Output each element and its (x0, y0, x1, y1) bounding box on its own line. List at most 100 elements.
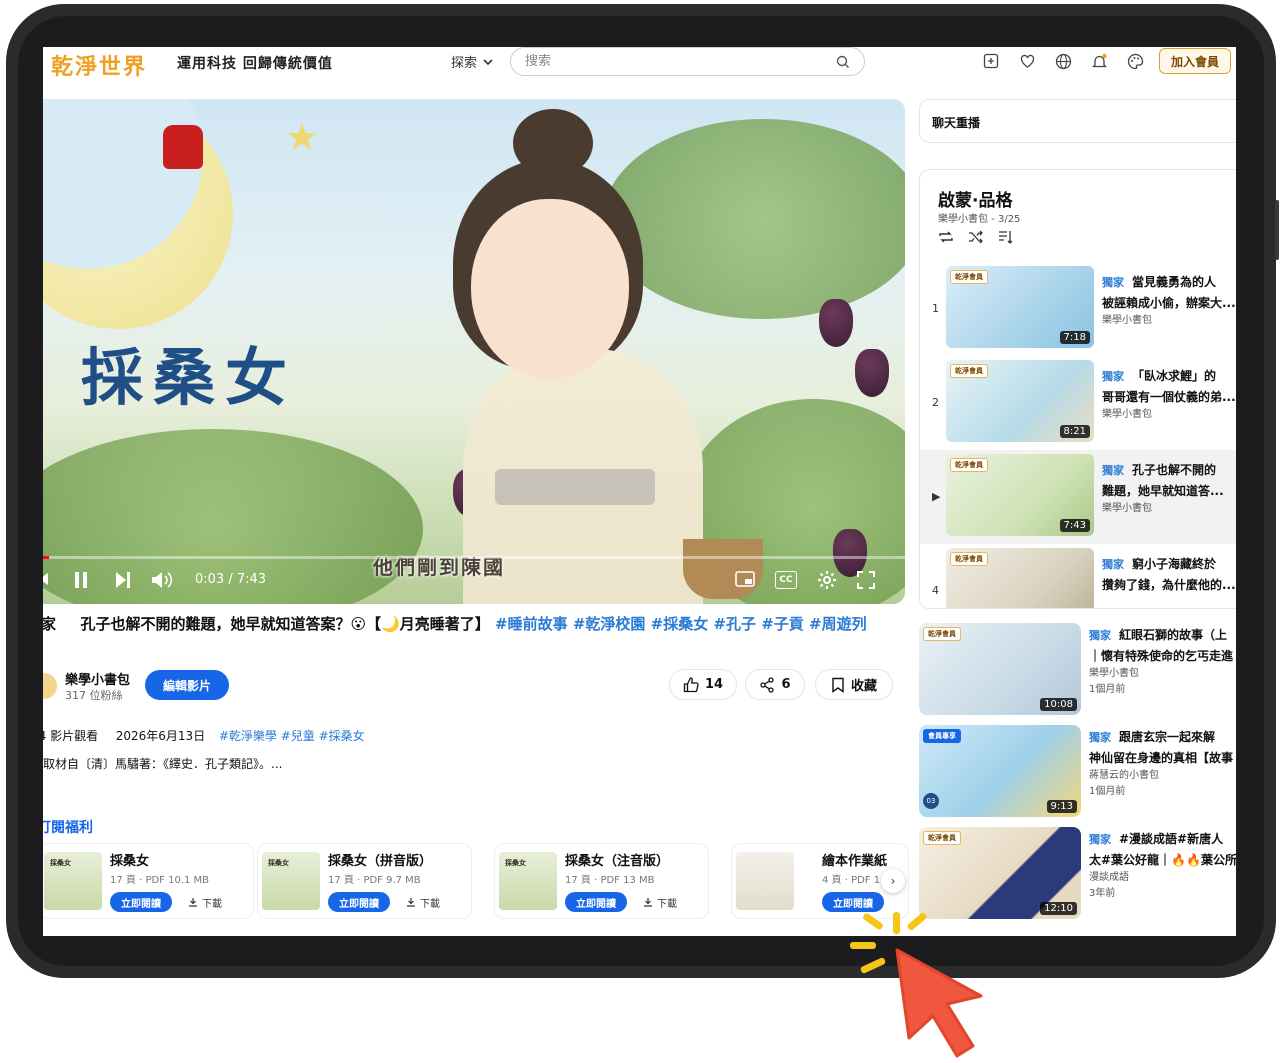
download-button[interactable]: 下載 (188, 892, 222, 912)
description-hashtags[interactable]: #乾淨樂學 #兒童 #採桑女 (219, 729, 365, 743)
palette-icon[interactable] (1125, 51, 1145, 71)
playlist-title: 啟蒙·品格 (938, 191, 1013, 211)
title-line-1: 當見義勇為的人 (1132, 275, 1217, 289)
next-icon[interactable] (115, 571, 131, 589)
benefit-thumbnail[interactable]: 採桑女 (262, 852, 320, 910)
benefit-thumbnail[interactable]: 採桑女 (499, 852, 557, 910)
shuffle-icon[interactable] (968, 230, 984, 244)
playlist-subtitle: 樂學小書包 - 3/25 (938, 214, 1021, 225)
video-title: 家 孔子也解不開的難題，她早就知道答案？😮【🌙月亮睡著了】 #睡前故事 #乾淨校… (43, 613, 911, 634)
channel-name[interactable]: 樂學小書包 (65, 669, 130, 688)
read-now-button[interactable]: 立即閱讀 (822, 892, 884, 912)
duration-label: 7:43 (1059, 519, 1090, 532)
recommended-video[interactable]: 乾淨會員 10:08 獨家 紅眼石獅的故事（上 ｜懷有特殊使命的乞丐走進 樂學小書… (919, 623, 1236, 717)
benefit-thumbnail[interactable]: 採桑女 (44, 852, 102, 910)
playlist-item[interactable]: 1 乾淨會員 7:18 獨家 當見義勇為的人 被誣賴成小偷，辦案大... 樂學小書… (920, 262, 1236, 356)
member-badge: 乾淨會員 (950, 552, 988, 566)
video-progress-bar[interactable] (43, 556, 905, 559)
share-button[interactable]: 6 (745, 669, 805, 700)
recommended-video[interactable]: 會員專享 03 9:13 獨家 跟唐玄宗一起來解 神仙留在身邊的真相【故事 蔣慧云… (919, 725, 1236, 819)
duration-label: 9:13 (1046, 800, 1077, 813)
download-label: 下載 (420, 898, 440, 910)
reorder-icon[interactable] (998, 230, 1014, 244)
benefit-thumb-title: 採桑女 (50, 859, 71, 867)
edit-video-button[interactable]: 編輯影片 (145, 670, 229, 700)
playlist-controls (938, 230, 1014, 244)
read-now-button[interactable]: 立即閱讀 (110, 892, 172, 912)
share-icon (760, 676, 775, 693)
burst-ray (893, 912, 900, 934)
pause-icon[interactable] (73, 571, 89, 589)
heart-icon[interactable] (1017, 51, 1037, 71)
playlist-thumbnail: 乾淨會員 8:21 (946, 360, 1094, 442)
channel-subscriber-count: 317 位粉絲 (65, 689, 123, 702)
chevron-right-icon[interactable]: › (881, 869, 905, 893)
globe-icon[interactable] (1053, 51, 1073, 71)
exclusive-tag: 獨家 (1102, 464, 1124, 477)
video-time: 0:03 / 7:43 (195, 572, 267, 587)
title-line-2: 神仙留在身邊的真相【故事 (1089, 751, 1234, 765)
miniplayer-icon[interactable] (735, 571, 755, 589)
loop-icon[interactable] (938, 230, 954, 244)
explore-label: 探索 (451, 56, 478, 71)
burst-ray (850, 942, 876, 949)
share-count: 6 (781, 677, 791, 692)
recommended-thumbnail: 乾淨會員 12:10 (919, 827, 1081, 919)
download-button[interactable]: 下載 (406, 892, 440, 912)
site-logo[interactable]: 乾淨世界 (51, 49, 147, 81)
benefit-meta: 4 頁 · PDF 1 (822, 875, 881, 886)
read-now-button[interactable]: 立即閱讀 (328, 892, 390, 912)
channel-avatar[interactable] (43, 673, 57, 699)
captions-button[interactable]: CC (775, 571, 797, 589)
title-line-1: #漫談成語#新唐人 (1119, 832, 1224, 846)
header-icons (981, 51, 1145, 71)
episode-number: 03 (923, 793, 939, 809)
tablet-side-button (1275, 200, 1279, 260)
playlist-item[interactable]: 2 乾淨會員 8:21 獨家 「臥冰求鯉」的 哥哥還有一個仗義的弟... 樂學小書… (920, 356, 1236, 450)
playlist-item[interactable]: 4 乾淨會員 獨家 窮小子海藏終於 攢夠了錢，為什麼他的... (920, 544, 1236, 608)
video-title-tags[interactable]: #睡前故事 #乾淨校園 #採桑女 #孔子 #子貢 #周遊列 (495, 615, 867, 633)
like-button[interactable]: 14 (669, 669, 737, 700)
previous-icon[interactable] (43, 571, 49, 587)
playlist-item-title: 獨家 當見義勇為的人 被誣賴成小偷，辦案大... 樂學小書包 (1102, 272, 1236, 329)
exclusive-tag: 獨家 (1089, 731, 1111, 744)
playlist-item-title: 獨家 孔子也解不開的 難題，她早就知道答... 樂學小書包 (1102, 460, 1236, 517)
publish-date: 2026年6月13日 (115, 729, 206, 743)
download-button[interactable]: 下載 (643, 892, 677, 912)
benefit-meta: 17 頁 · PDF 13 MB (565, 875, 655, 886)
top-header: 乾淨世界 運用科技 回歸傳統價值 探索 加入會員 (43, 47, 1236, 97)
benefit-name: 繪本作業紙 (822, 854, 888, 869)
channel-label: 樂學小書包 (1102, 315, 1152, 326)
save-button[interactable]: 收藏 (815, 669, 893, 700)
video-player[interactable]: ★ 採桑女 他們剛到陳國 0:03 / 7:43 CC (43, 99, 905, 604)
benefit-thumbnail[interactable] (736, 852, 794, 910)
description-box[interactable]: 34 影片觀看 2026年6月13日 #乾淨樂學 #兒童 #採桑女 事取材自〔清… (43, 713, 901, 823)
settings-gear-icon[interactable] (817, 570, 837, 590)
join-member-button[interactable]: 加入會員 (1159, 48, 1231, 74)
description-stats: 34 影片觀看 2026年6月13日 #乾淨樂學 #兒童 #採桑女 (43, 727, 365, 744)
benefit-card: 採桑女 採桑女（拼音版） 17 頁 · PDF 9.7 MB 立即閱讀 下載 (257, 843, 472, 919)
chat-replay-panel[interactable]: 聊天重播 (919, 99, 1236, 143)
benefit-name: 採桑女 (110, 854, 150, 869)
exclusive-tag: 獨家 (1089, 629, 1111, 642)
title-line-1: 孔子也解不開的 (1132, 463, 1217, 477)
benefit-name: 採桑女（注音版） (565, 854, 670, 869)
benefit-card: 採桑女 採桑女（注音版） 17 頁 · PDF 13 MB 立即閱讀 下載 (494, 843, 709, 919)
volume-icon[interactable] (151, 571, 175, 589)
bell-icon[interactable] (1089, 51, 1109, 71)
read-now-button[interactable]: 立即閱讀 (565, 892, 627, 912)
upload-icon[interactable] (981, 51, 1001, 71)
title-line-2: 難題，她早就知道答... (1102, 484, 1224, 498)
duration-label: 7:18 (1059, 331, 1090, 344)
fullscreen-icon[interactable] (857, 571, 875, 589)
description-text: 事取材自〔清〕馬驌著：《繹史．孔子類記》。... (43, 757, 283, 771)
playlist-item-current[interactable]: ▶ 乾淨會員 7:43 獨家 孔子也解不開的 難題，她早就知道答... 樂學小書包 (920, 450, 1236, 544)
explore-menu[interactable]: 探索 (451, 52, 493, 71)
search-input[interactable] (525, 54, 836, 69)
benefit-meta: 17 頁 · PDF 10.1 MB (110, 875, 210, 886)
playlist-index: 4 (932, 584, 939, 597)
search-icon[interactable] (836, 55, 850, 69)
subscription-benefits-title: 訂閱福利 (43, 820, 93, 836)
title-line-1: 「臥冰求鯉」的 (1132, 369, 1217, 383)
recommended-video[interactable]: 乾淨會員 12:10 獨家 #漫談成語#新唐人 太#葉公好龍｜🔥🔥葉公所 漫談成語… (919, 827, 1236, 921)
